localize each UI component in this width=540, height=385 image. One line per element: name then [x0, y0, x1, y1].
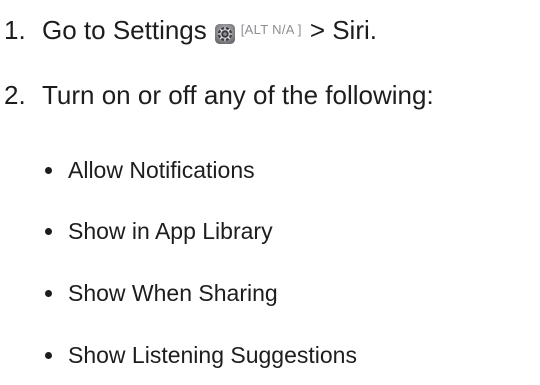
step-text: Go to Settings: [42, 15, 207, 45]
list-item: Show in App Library: [42, 217, 273, 245]
list-item: Show When Sharing: [42, 279, 278, 307]
step-text: Turn on or off any of the following:: [42, 80, 434, 110]
list-item-label: Show in App Library: [68, 218, 273, 244]
bullet-icon: [45, 289, 52, 297]
settings-gear-icon: [214, 20, 235, 44]
instruction-steps: 1. Go to Settings [ALT N/A] > Siri. 2. …: [0, 0, 540, 385]
bullet-icon: [45, 166, 52, 174]
step-number: 2.: [4, 80, 26, 110]
list-item: Show Listening Suggestions: [42, 341, 357, 369]
bullet-icon: [45, 227, 52, 235]
step-2: 2. Turn on or off any of the following:: [4, 80, 434, 110]
list-item-label: Allow Notifications: [68, 157, 255, 183]
list-item-label: Show Listening Suggestions: [68, 342, 357, 368]
step-1: 1. Go to Settings [ALT N/A] > Siri.: [4, 15, 377, 45]
step-text-after: > Siri.: [309, 15, 377, 45]
list-item-label: Show When Sharing: [68, 280, 278, 306]
alt-text-note: [ALT N/A ]: [240, 22, 302, 37]
list-item: Allow Notifications: [42, 156, 255, 184]
bullet-icon: [45, 351, 52, 359]
step-number: 1.: [4, 15, 26, 45]
